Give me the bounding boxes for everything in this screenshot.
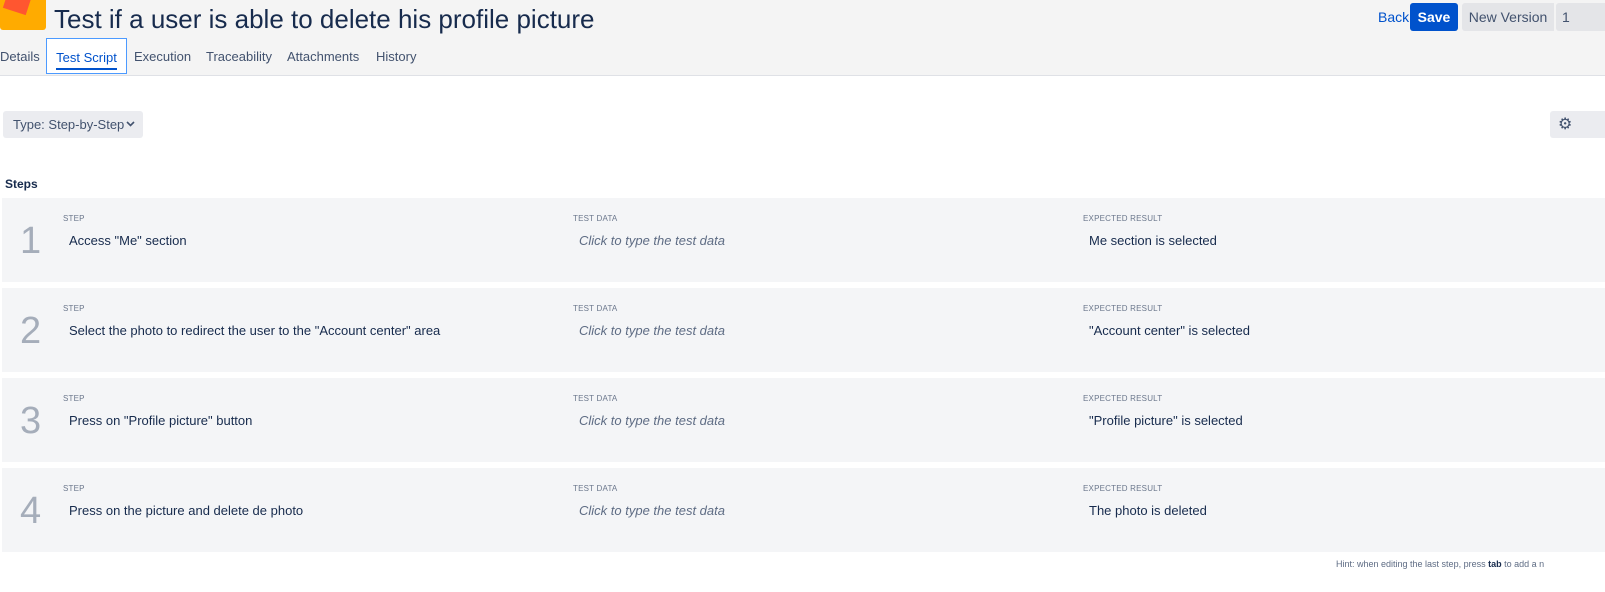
- step-number: 4: [20, 490, 42, 532]
- save-button[interactable]: Save: [1410, 3, 1458, 31]
- tab-test-script-label: Test Script: [56, 50, 117, 65]
- tab-details[interactable]: Details: [0, 38, 44, 74]
- test-data-column-label: TEST DATA: [573, 484, 618, 493]
- step-column-label: STEP: [63, 304, 85, 313]
- step-column-label: STEP: [63, 394, 85, 403]
- back-link[interactable]: Back: [1378, 3, 1409, 31]
- step-number: 1: [20, 220, 42, 262]
- hint-key: tab: [1488, 559, 1502, 569]
- hint-prefix: Hint: when editing the last step, press: [1336, 559, 1489, 569]
- test-data-column-label: TEST DATA: [573, 304, 618, 313]
- script-type-select[interactable]: Type: Step-by-Step: [3, 111, 143, 138]
- step-text[interactable]: Select the photo to redirect the user to…: [69, 323, 440, 338]
- steps-heading: Steps: [5, 177, 38, 191]
- test-data-field[interactable]: Click to type the test data: [579, 323, 725, 338]
- app-logo-icon: [0, 0, 46, 30]
- tab-attachments[interactable]: Attachments: [287, 38, 365, 74]
- version-badge[interactable]: 1: [1556, 3, 1605, 31]
- step-text[interactable]: Press on "Profile picture" button: [69, 413, 252, 428]
- expected-result-column-label: EXPECTED RESULT: [1083, 214, 1163, 223]
- test-data-column-label: TEST DATA: [573, 394, 618, 403]
- step-text[interactable]: Access "Me" section: [69, 233, 187, 248]
- step-row[interactable]: 3 STEP Press on "Profile picture" button…: [2, 378, 1605, 462]
- keyboard-hint: Hint: when editing the last step, press …: [1336, 559, 1544, 569]
- step-text[interactable]: Press on the picture and delete de photo: [69, 503, 303, 518]
- new-version-button[interactable]: New Version: [1462, 3, 1554, 31]
- expected-result-text[interactable]: Me section is selected: [1089, 233, 1217, 248]
- expected-result-column-label: EXPECTED RESULT: [1083, 484, 1163, 493]
- step-number: 2: [20, 310, 42, 352]
- active-tab-indicator: [56, 68, 117, 70]
- expected-result-text[interactable]: "Profile picture" is selected: [1089, 413, 1243, 428]
- step-row[interactable]: 1 STEP Access "Me" section TEST DATA Cli…: [2, 198, 1605, 282]
- step-row[interactable]: 2 STEP Select the photo to redirect the …: [2, 288, 1605, 372]
- page-title: Test if a user is able to delete his pro…: [54, 4, 595, 34]
- tab-test-script[interactable]: Test Script: [46, 38, 127, 74]
- page-header: Test if a user is able to delete his pro…: [0, 0, 1605, 76]
- test-data-field[interactable]: Click to type the test data: [579, 413, 725, 428]
- hint-suffix: to add a n: [1501, 559, 1545, 569]
- settings-button[interactable]: ⚙: [1550, 111, 1605, 138]
- step-column-label: STEP: [63, 484, 85, 493]
- tab-execution[interactable]: Execution: [134, 38, 194, 74]
- expected-result-column-label: EXPECTED RESULT: [1083, 304, 1163, 313]
- expected-result-text[interactable]: "Account center" is selected: [1089, 323, 1250, 338]
- step-row[interactable]: 4 STEP Press on the picture and delete d…: [2, 468, 1605, 552]
- script-type-label: Type: Step-by-Step: [13, 117, 125, 132]
- test-data-field[interactable]: Click to type the test data: [579, 503, 725, 518]
- step-number: 3: [20, 400, 42, 442]
- expected-result-text[interactable]: The photo is deleted: [1089, 503, 1207, 518]
- test-data-column-label: TEST DATA: [573, 214, 618, 223]
- test-data-field[interactable]: Click to type the test data: [579, 233, 725, 248]
- step-column-label: STEP: [63, 214, 85, 223]
- expected-result-column-label: EXPECTED RESULT: [1083, 394, 1163, 403]
- gear-icon: ⚙: [1558, 116, 1573, 133]
- tab-history[interactable]: History: [376, 38, 420, 74]
- chevron-down-icon: [126, 111, 135, 138]
- tab-traceability[interactable]: Traceability: [206, 38, 276, 74]
